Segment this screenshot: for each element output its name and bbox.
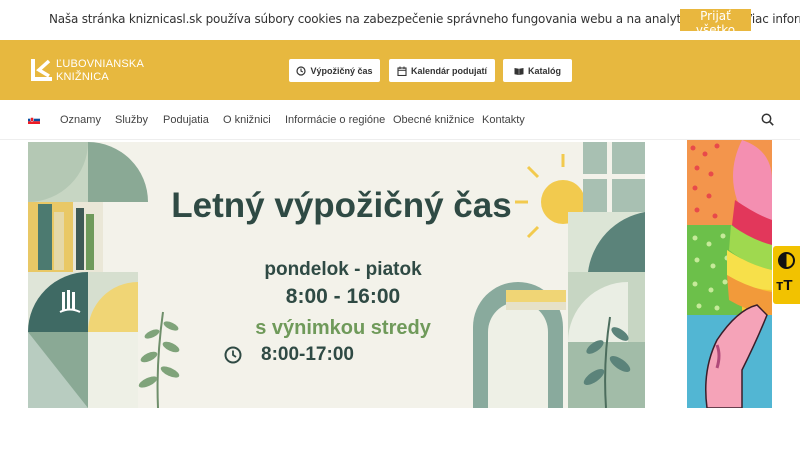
banner-days: pondelok - piatok — [264, 259, 422, 280]
catalog-button[interactable]: Katalóg — [503, 59, 572, 82]
nav-item-informacie-o-regione[interactable]: Informácie o regióne — [285, 114, 385, 126]
accept-cookies-button[interactable]: Prijať všetko — [680, 9, 751, 37]
banner-exception: s výnimkou stredy — [255, 317, 431, 339]
nav-item-sluzby[interactable]: Služby — [115, 114, 148, 126]
clock-icon — [224, 346, 242, 364]
nav-item-oznamy[interactable]: Oznamy — [60, 114, 101, 126]
contrast-icon[interactable] — [777, 251, 796, 270]
nav-item-o-kniznici[interactable]: O knižnici — [223, 114, 271, 126]
text-size-toggle[interactable]: тT — [776, 277, 793, 294]
book-icon — [514, 67, 524, 75]
loan-hours-button[interactable]: Výpožičný čas — [289, 59, 380, 82]
nav-item-obecne-kniznice[interactable]: Obecné knižnice — [393, 114, 474, 126]
slovak-flag-icon[interactable] — [28, 116, 40, 124]
banner-title: Letný výpožičný čas — [171, 186, 512, 225]
library-logo-icon[interactable] — [31, 59, 52, 81]
logo-text-line2[interactable]: KNIŽNICA — [56, 71, 109, 83]
accessibility-widget[interactable]: тT — [773, 246, 800, 304]
page: Naša stránka kniznicasl.sk používa súbor… — [0, 0, 800, 450]
banner-hours: 8:00 - 16:00 — [285, 285, 401, 308]
calendar-icon — [397, 66, 407, 76]
loan-hours-label: Výpožičný čas — [310, 65, 373, 76]
side-slide-image[interactable] — [687, 140, 772, 408]
hero-banner[interactable]: Letný výpožičný čas pondelok - piatok 8:… — [28, 142, 645, 408]
cookie-bar: Naša stránka kniznicasl.sk používa súbor… — [0, 0, 800, 40]
search-icon[interactable] — [761, 113, 774, 126]
logo-text-line1[interactable]: ĽUBOVNIANSKA — [56, 58, 144, 70]
nav-item-podujatia[interactable]: Podujatia — [163, 114, 209, 126]
banner-exception-hours: 8:00-17:00 — [261, 344, 354, 365]
events-calendar-label: Kalendár podujatí — [410, 65, 487, 76]
clock-icon — [296, 65, 307, 76]
events-calendar-button[interactable]: Kalendár podujatí — [389, 59, 495, 82]
site-header: ĽUBOVNIANSKA KNIŽNICA Výpožičný čas Kale… — [0, 40, 800, 100]
catalog-label: Katalóg — [527, 65, 561, 76]
nav-item-kontakty[interactable]: Kontakty — [482, 114, 525, 126]
